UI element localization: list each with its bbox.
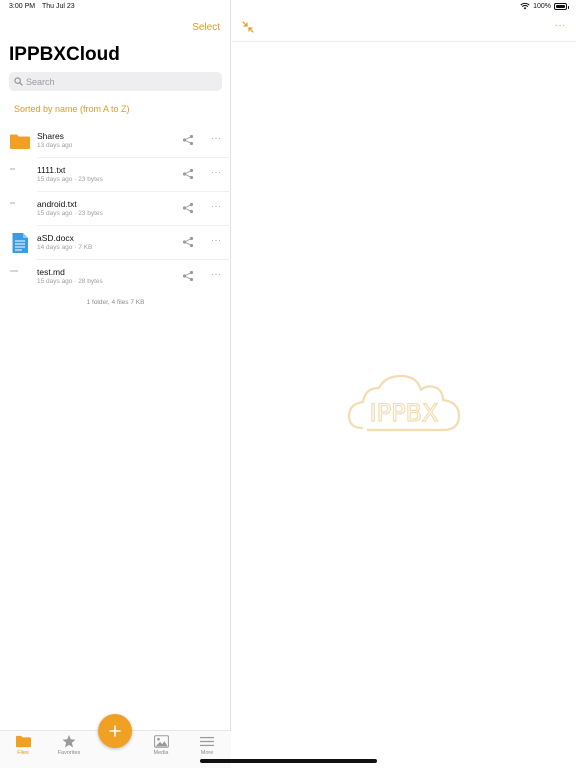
tab-label: Files <box>17 750 29 756</box>
list-item[interactable]: android.txt 15 days ago · 23 bytes ··· <box>0 192 231 226</box>
plus-icon <box>109 725 121 737</box>
star-icon <box>62 735 76 748</box>
share-icon[interactable] <box>182 202 194 214</box>
tab-favorites[interactable]: Favorites <box>49 735 89 756</box>
list-item[interactable]: 1111.txt 15 days ago · 23 bytes ··· <box>0 158 231 192</box>
more-options-icon[interactable]: ··· <box>211 167 222 177</box>
logo-text: IPPBX <box>370 399 439 427</box>
more-options-icon[interactable]: ··· <box>211 201 222 211</box>
file-meta: 15 days ago · 23 bytes <box>37 210 103 217</box>
tab-label: More <box>200 750 214 756</box>
divider <box>232 41 576 42</box>
search-bar[interactable] <box>9 72 222 91</box>
share-icon[interactable] <box>182 236 194 248</box>
add-button[interactable] <box>98 714 132 748</box>
more-options-icon[interactable]: ··· <box>555 20 567 31</box>
ippbx-cloud-logo: IPPBX <box>347 374 461 432</box>
document-icon <box>12 233 28 253</box>
tab-media[interactable]: Media <box>141 735 181 756</box>
list-item[interactable]: aSD.docx 14 days ago · 7 KB ··· <box>0 226 231 260</box>
search-icon <box>14 77 23 86</box>
image-icon <box>153 735 169 748</box>
file-browser-panel: Select IPPBXCloud Sorted by name (from A… <box>0 0 231 768</box>
file-meta: 15 days ago · 28 bytes <box>37 278 103 285</box>
file-name: aSD.docx <box>37 233 74 243</box>
list-item[interactable]: Shares 13 days ago ··· <box>0 124 231 158</box>
file-name: android.txt <box>37 199 77 209</box>
search-input[interactable] <box>26 76 206 87</box>
more-options-icon[interactable]: ··· <box>211 235 222 245</box>
folder-icon <box>15 735 31 748</box>
tab-more[interactable]: More <box>187 735 227 756</box>
more-options-icon[interactable]: ··· <box>211 133 222 143</box>
text-file-icon <box>10 270 18 272</box>
page-title: IPPBXCloud <box>9 44 120 65</box>
file-name: Shares <box>37 131 64 141</box>
more-options-icon[interactable]: ··· <box>211 269 222 279</box>
menu-icon <box>200 736 214 747</box>
folder-icon <box>10 134 30 149</box>
select-button[interactable]: Select <box>192 22 220 33</box>
share-icon[interactable] <box>182 134 194 146</box>
tab-label: Media <box>153 750 169 756</box>
list-item[interactable]: test.md 15 days ago · 28 bytes ··· <box>0 260 231 294</box>
text-file-icon <box>10 168 15 170</box>
folder-summary: 1 folder, 4 files 7 KB <box>86 299 145 306</box>
file-name: 1111.txt <box>37 165 66 175</box>
text-file-icon <box>10 202 15 204</box>
file-list: Shares 13 days ago ··· 1111.txt 15 days … <box>0 124 231 294</box>
screen: 3:00 PM Thu Jul 23 100% Select IPPBXClou… <box>0 0 576 768</box>
file-meta: 15 days ago · 23 bytes <box>37 176 103 183</box>
share-icon[interactable] <box>182 270 194 282</box>
file-name: test.md <box>37 267 65 277</box>
detail-panel: ··· IPPBX <box>232 0 576 768</box>
sort-order-button[interactable]: Sorted by name (from A to Z) <box>14 104 130 114</box>
file-meta: 14 days ago · 7 KB <box>37 244 93 251</box>
share-icon[interactable] <box>182 168 194 180</box>
tab-files[interactable]: Files <box>3 735 43 756</box>
file-meta: 13 days ago <box>37 142 73 149</box>
collapse-arrows-icon[interactable] <box>242 21 254 33</box>
tab-label: Favorites <box>57 750 81 756</box>
home-indicator <box>200 759 377 763</box>
